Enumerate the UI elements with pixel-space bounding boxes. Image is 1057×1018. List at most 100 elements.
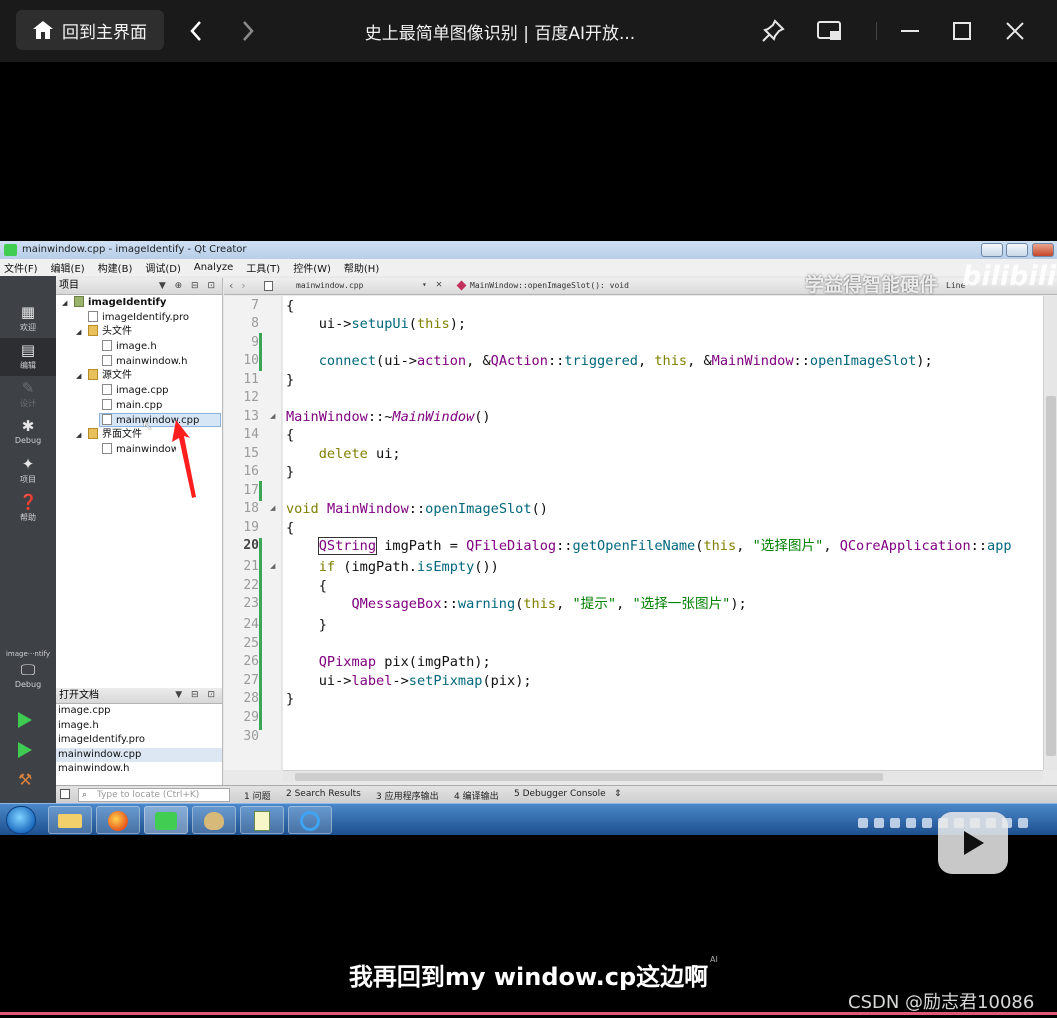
- fold-marker-icon[interactable]: ◢: [270, 412, 275, 420]
- editor-vertical-scrollbar[interactable]: [1043, 296, 1057, 770]
- toggle-sidebar-icon[interactable]: [60, 789, 70, 799]
- code-line: }: [286, 372, 295, 388]
- monitor-icon: 🖵: [20, 661, 36, 679]
- line-number: 8: [251, 316, 259, 331]
- taskbar-qtcreator-icon[interactable]: [144, 806, 188, 834]
- tree-project-root[interactable]: ◢ imageIdentify: [62, 296, 166, 310]
- mode-edit[interactable]: ▤ 编辑: [0, 338, 56, 376]
- editor-file-tab[interactable]: mainwindow.cpp: [296, 281, 363, 290]
- output-tab-search[interactable]: 2 Search Results: [286, 789, 361, 799]
- chevron-updown-icon[interactable]: ⇕: [614, 789, 622, 799]
- start-button[interactable]: [6, 806, 36, 834]
- fold-marker-icon[interactable]: ◢: [270, 504, 275, 512]
- tree-forms-folder[interactable]: ◢ 界面文件: [76, 428, 142, 442]
- editor-back-icon[interactable]: ‹: [228, 279, 235, 292]
- pin-button[interactable]: [758, 16, 788, 46]
- help-icon: ❓: [19, 493, 38, 511]
- tree-pro-file-label: imageIdentify.pro: [102, 312, 190, 323]
- mode-projects[interactable]: ✦ 项目: [0, 452, 56, 490]
- forward-button[interactable]: [236, 17, 260, 45]
- tree-headers-folder[interactable]: ◢ 头文件: [76, 325, 132, 339]
- code-line: ui->setupUi(this);: [286, 316, 467, 332]
- kit-config: Debug: [14, 680, 42, 689]
- chevron-down-icon[interactable]: ▾: [422, 280, 427, 289]
- minimize-button[interactable]: [895, 16, 925, 46]
- home-button[interactable]: 回到主界面: [16, 10, 164, 50]
- close-button[interactable]: [1000, 16, 1030, 46]
- output-tab-issues[interactable]: 1 问题: [244, 789, 271, 802]
- editor-forward-icon[interactable]: ›: [240, 279, 247, 292]
- project-pane-tools[interactable]: ▼ ⊕ ⊟ ⊡: [159, 278, 218, 294]
- back-button[interactable]: [184, 17, 208, 45]
- search-icon: ⌕: [82, 790, 88, 800]
- tree-sources-folder[interactable]: ◢ 源文件: [76, 369, 132, 383]
- editor-symbol[interactable]: MainWindow::openImageSlot(): void: [470, 281, 629, 290]
- close-doc-icon[interactable]: ✕: [436, 279, 442, 290]
- play-icon: [964, 831, 984, 855]
- run-button[interactable]: [18, 712, 32, 728]
- kit-selector[interactable]: image···ntify 🖵 Debug: [0, 648, 56, 698]
- mode-help[interactable]: ❓ 帮助: [0, 490, 56, 528]
- tree-header-mainwindow[interactable]: mainwindow.h: [102, 355, 188, 369]
- code-line: {: [286, 578, 327, 594]
- line-number: 23: [243, 596, 259, 611]
- open-doc-item[interactable]: image.h: [56, 719, 222, 734]
- home-icon: [32, 19, 54, 41]
- qt-minimize-button[interactable]: [981, 243, 1003, 257]
- tree-source-mainwindow[interactable]: mainwindow.cpp: [99, 413, 221, 427]
- taskbar-paint-icon[interactable]: [192, 806, 236, 834]
- play-button[interactable]: [938, 812, 1008, 874]
- taskbar-ie-icon[interactable]: [288, 806, 332, 834]
- code-line: if (imgPath.isEmpty()): [318, 559, 499, 575]
- taskbar-explorer-icon[interactable]: [48, 806, 92, 834]
- line-number: 14: [243, 427, 259, 442]
- output-tab-app-output[interactable]: 3 应用程序输出: [376, 789, 439, 802]
- taskbar-firefox-icon[interactable]: [96, 806, 140, 834]
- mode-welcome[interactable]: ▦ 欢迎: [0, 300, 56, 338]
- fold-marker-icon[interactable]: ◢: [270, 562, 275, 570]
- home-label: 回到主界面: [62, 22, 147, 43]
- code-line: }: [286, 617, 327, 633]
- menu-help[interactable]: 帮助(H): [344, 260, 379, 275]
- mini-window-button[interactable]: [815, 16, 845, 46]
- menu-widgets[interactable]: 控件(W): [293, 260, 331, 275]
- output-tab-compile[interactable]: 4 编译输出: [454, 789, 499, 802]
- tree-form-mainwindow[interactable]: mainwindow.ui: [102, 443, 176, 457]
- menu-debug[interactable]: 调试(D): [145, 260, 181, 275]
- qt-restore-button[interactable]: [1006, 243, 1028, 257]
- scroll-thumb[interactable]: [1046, 396, 1056, 756]
- open-doc-item-selected[interactable]: mainwindow.cpp: [56, 747, 222, 762]
- output-tab-debugger[interactable]: 5 Debugger Console: [514, 789, 606, 799]
- taskbar-notepad-icon[interactable]: [240, 806, 284, 834]
- open-doc-item[interactable]: imageIdentify.pro: [56, 733, 222, 748]
- open-doc-item[interactable]: image.cpp: [56, 704, 222, 719]
- open-documents-tools[interactable]: ▼ ⊟ ⊡: [175, 688, 218, 703]
- build-hammer-icon[interactable]: ⚒: [18, 770, 32, 789]
- tree-pro-file[interactable]: imageIdentify.pro: [88, 311, 189, 325]
- open-doc-item[interactable]: mainwindow.h: [56, 762, 222, 777]
- editor-horizontal-scrollbar[interactable]: [283, 770, 1043, 782]
- picture-in-picture-icon: [817, 21, 841, 40]
- menu-tools[interactable]: 工具(T): [246, 260, 280, 275]
- debug-run-button[interactable]: [18, 742, 32, 758]
- menu-edit[interactable]: 编辑(E): [51, 260, 85, 275]
- bug-icon: ✱: [21, 417, 35, 435]
- menu-build[interactable]: 构建(B): [98, 260, 133, 275]
- maximize-button[interactable]: [947, 16, 977, 46]
- video-progress-bar[interactable]: [0, 1012, 1057, 1015]
- tree-header-image[interactable]: image.h: [102, 340, 157, 354]
- menu-analyze[interactable]: Analyze: [194, 262, 233, 273]
- red-arrow-annotation: [172, 420, 196, 498]
- scroll-thumb[interactable]: [295, 773, 883, 781]
- tree-source-main[interactable]: main.cpp: [102, 399, 162, 413]
- mode-design[interactable]: ✎ 设计: [0, 376, 56, 414]
- locator-input[interactable]: ⌕ Type to locate (Ctrl+K): [78, 788, 230, 802]
- tree-source-image[interactable]: image.cpp: [102, 384, 169, 398]
- ai-subtitle-mark: AI: [710, 955, 718, 964]
- qt-close-button[interactable]: [1032, 243, 1054, 257]
- project-pane-title: 项目: [59, 280, 79, 291]
- mode-debug[interactable]: ✱ Debug: [0, 414, 56, 452]
- menu-file[interactable]: 文件(F): [4, 260, 38, 275]
- pencil-icon: ✎: [21, 379, 35, 397]
- code-editor[interactable]: { ui->setupUi(this); connect(ui->action,…: [283, 296, 1043, 770]
